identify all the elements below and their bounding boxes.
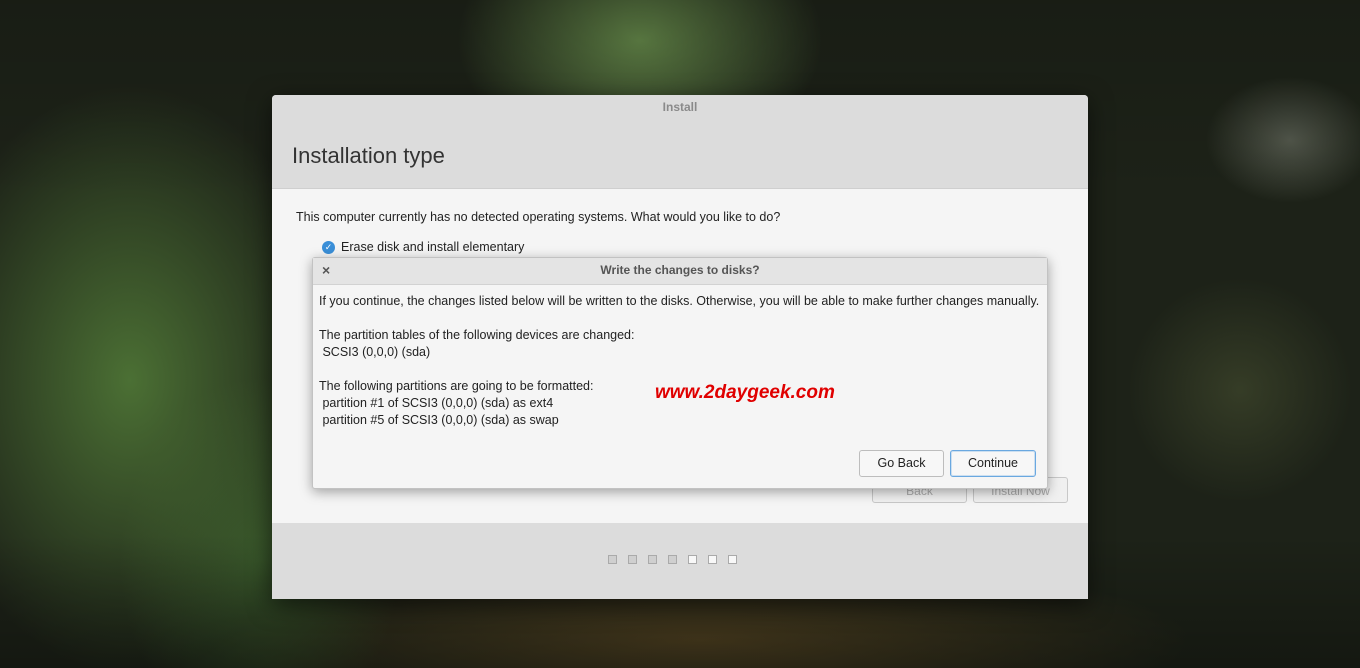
step-dot-completed [648,555,657,564]
installer-footer [272,523,1088,599]
erase-disk-option[interactable]: ✓ Erase disk and install elementary [322,240,524,254]
step-dot-pending [688,555,697,564]
window-title: Install [272,95,1088,121]
radio-checked-icon[interactable]: ✓ [322,240,335,254]
step-dot-pending [708,555,717,564]
format-partition-2: partition #5 of SCSI3 (0,0,0) (sda) as s… [319,413,559,427]
watermark: www.2daygeek.com [655,382,835,403]
dialog-titlebar: × Write the changes to disks? [313,258,1047,285]
step-dot-pending [728,555,737,564]
page-title: Installation type [292,143,445,168]
page-header: Installation type [272,121,1088,189]
erase-disk-label: Erase disk and install elementary [341,240,525,254]
step-progress-indicator [608,555,737,564]
partition-tables-heading: The partition tables of the following de… [319,328,635,342]
go-back-button[interactable]: Go Back [859,450,944,477]
step-dot-completed [628,555,637,564]
step-dot-completed [608,555,617,564]
close-icon[interactable]: × [322,258,330,283]
dialog-intro: If you continue, the changes listed belo… [319,294,1040,308]
dialog-message: If you continue, the changes listed belo… [319,293,1039,429]
installation-question: This computer currently has no detected … [296,210,781,224]
write-changes-dialog: × Write the changes to disks? If you con… [312,257,1048,489]
step-dot-completed [668,555,677,564]
dialog-title: Write the changes to disks? [600,263,760,277]
continue-button[interactable]: Continue [950,450,1036,477]
partition-tables-device: SCSI3 (0,0,0) (sda) [319,345,431,359]
